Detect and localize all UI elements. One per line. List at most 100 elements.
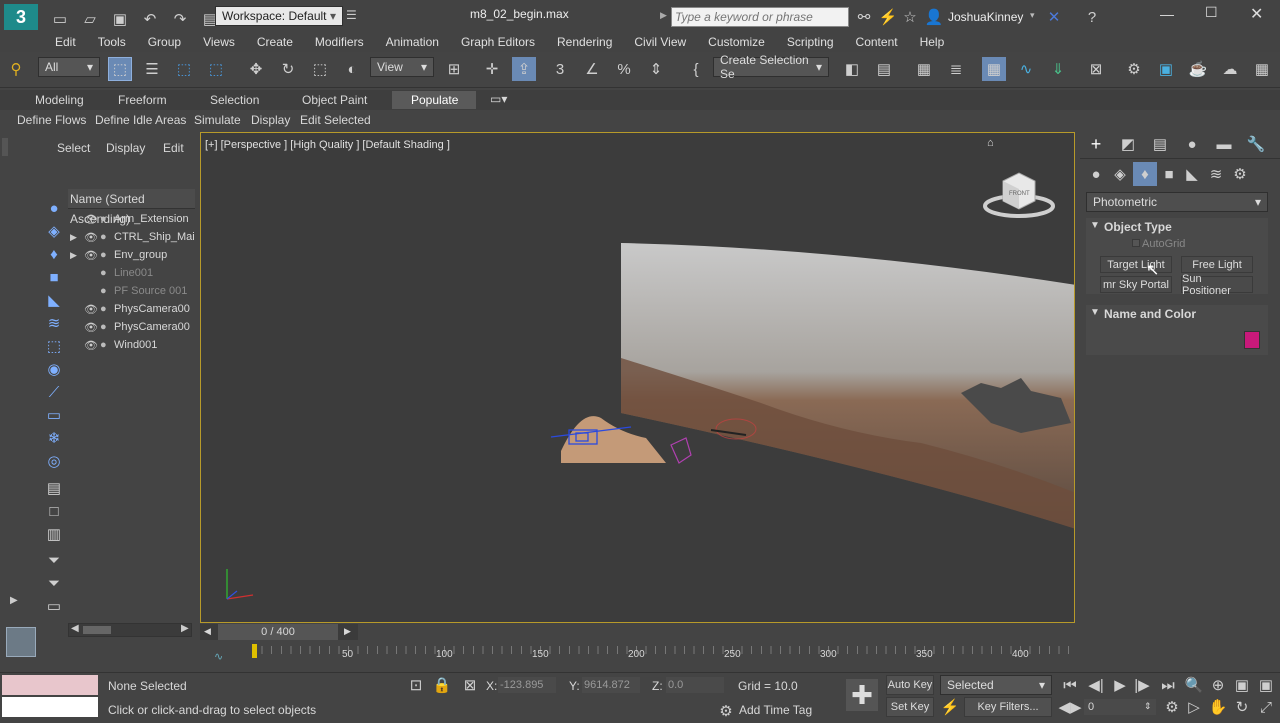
menu-rendering[interactable]: Rendering bbox=[557, 35, 612, 49]
display-xrefs-icon[interactable]: ◉ bbox=[42, 357, 66, 381]
filter-icon[interactable]: ⏷ bbox=[42, 571, 66, 595]
menu-help[interactable]: Help bbox=[920, 35, 945, 49]
lights-category-icon[interactable]: ♦ bbox=[1133, 162, 1157, 186]
menu-customize[interactable]: Customize bbox=[708, 35, 765, 49]
favorites-star-icon[interactable]: ☆ bbox=[898, 5, 922, 29]
zoom-icon[interactable]: 🔍 bbox=[1182, 673, 1206, 697]
reference-coordinate-dropdown[interactable]: View ▾ bbox=[370, 57, 434, 77]
menu-tools[interactable]: Tools bbox=[98, 35, 126, 49]
menu-graph-editors[interactable]: Graph Editors bbox=[461, 35, 535, 49]
material-editor-icon[interactable]: ⊠ bbox=[1084, 57, 1108, 81]
curve-editor-toggle-icon[interactable]: ∿ bbox=[214, 650, 223, 663]
set-key-icon[interactable]: ✚ bbox=[846, 679, 878, 711]
menu-icon[interactable]: ☰ bbox=[346, 8, 357, 22]
scene-object-row[interactable]: ● PF Source 001 bbox=[70, 282, 195, 300]
autogrid-checkbox[interactable] bbox=[1132, 239, 1140, 247]
prev-frame-icon[interactable]: ◀ bbox=[204, 626, 211, 637]
menu-group[interactable]: Group bbox=[148, 35, 181, 49]
dependencies-icon[interactable]: ▭ bbox=[42, 594, 66, 618]
tab-freeform[interactable]: Freeform bbox=[118, 93, 167, 107]
visibility-eye-icon[interactable]: 👁 bbox=[84, 321, 98, 334]
key-mode-toggle-icon[interactable]: ◀▶ bbox=[1058, 695, 1082, 719]
user-icon[interactable]: 👤 bbox=[922, 5, 946, 29]
visibility-eye-icon[interactable]: 👁 bbox=[84, 249, 98, 262]
field-of-view-icon[interactable]: ▷ bbox=[1182, 695, 1206, 719]
scroll-left-icon[interactable]: ◀ bbox=[71, 623, 79, 634]
time-indicator[interactable] bbox=[252, 644, 257, 658]
pan-view-icon[interactable]: ✋ bbox=[1206, 695, 1230, 719]
menu-modifiers[interactable]: Modifiers bbox=[315, 35, 364, 49]
object-type-title[interactable]: Object Type bbox=[1104, 220, 1172, 234]
tab-object-paint[interactable]: Object Paint bbox=[302, 93, 367, 107]
scene-object-row[interactable]: 👁 ● PhysCamera00 bbox=[70, 318, 195, 336]
previous-frame-icon[interactable]: ◀| bbox=[1084, 673, 1108, 697]
align-icon[interactable]: ▤ bbox=[872, 57, 896, 81]
menu-edit[interactable]: Edit bbox=[55, 35, 76, 49]
display-shapes-icon[interactable]: ◈ bbox=[42, 219, 66, 243]
rotate-icon[interactable]: ↻ bbox=[276, 57, 300, 81]
absolute-mode-icon[interactable]: ⊠ bbox=[458, 673, 482, 697]
move-icon[interactable]: ✥ bbox=[244, 57, 268, 81]
visibility-eye-icon[interactable]: 👁 bbox=[84, 339, 98, 352]
expand-panel-icon[interactable]: ▶ bbox=[10, 595, 18, 606]
y-coordinate-field[interactable]: 9614.872 bbox=[582, 677, 640, 693]
search-input[interactable] bbox=[671, 7, 849, 27]
display-containers-icon[interactable]: ▭ bbox=[42, 403, 66, 427]
time-tag-icon[interactable]: ⚙ bbox=[714, 699, 738, 723]
zoom-all-icon[interactable]: ⊕ bbox=[1206, 673, 1230, 697]
curve-editor-icon[interactable]: ∿ bbox=[1014, 57, 1038, 81]
display-helpers-icon[interactable]: ◣ bbox=[42, 288, 66, 312]
lock-selection-icon[interactable]: ⏷ bbox=[42, 548, 66, 572]
open-file-icon[interactable]: ▱ bbox=[78, 7, 102, 31]
z-coordinate-field[interactable]: 0.0 bbox=[666, 677, 724, 693]
set-key-button[interactable]: Set Key bbox=[886, 697, 934, 717]
spacewarps-category-icon[interactable]: ≋ bbox=[1204, 162, 1228, 186]
minimize-button[interactable]: — bbox=[1160, 6, 1174, 22]
place-icon[interactable]: ◐ bbox=[340, 57, 364, 81]
cameras-category-icon[interactable]: ■ bbox=[1157, 162, 1181, 186]
selection-filter-dropdown[interactable]: All ▾ bbox=[38, 57, 100, 77]
helpers-category-icon[interactable]: ◣ bbox=[1180, 162, 1204, 186]
layer-explorer-icon[interactable]: ≣ bbox=[944, 57, 968, 81]
scene-object-row[interactable]: ● Line001 bbox=[70, 264, 195, 282]
name-and-color-title[interactable]: Name and Color bbox=[1104, 307, 1196, 321]
undo-icon[interactable]: ↶ bbox=[138, 7, 162, 31]
menu-animation[interactable]: Animation bbox=[386, 35, 439, 49]
maxscript-listener-bottom[interactable] bbox=[2, 697, 98, 717]
app-logo-icon[interactable]: 3 bbox=[4, 4, 38, 30]
time-slider-track[interactable]: ◀ 0 / 400 ▶ bbox=[200, 624, 358, 640]
menu-civil-view[interactable]: Civil View bbox=[634, 35, 686, 49]
zoom-extents-icon[interactable]: ▣ bbox=[1230, 673, 1254, 697]
add-time-tag-button[interactable]: Add Time Tag bbox=[739, 703, 812, 717]
angle-snap-icon[interactable]: ∠ bbox=[580, 57, 604, 81]
display-spacewarps-icon[interactable]: ≋ bbox=[42, 311, 66, 335]
track-bar[interactable]: 50 100 150 200 250 300 350 400 bbox=[252, 644, 1072, 662]
rectangular-selection-icon[interactable]: ⬚ bbox=[172, 57, 196, 81]
visibility-eye-icon[interactable]: 👁 bbox=[84, 213, 98, 226]
light-type-dropdown[interactable]: Photometric ▾ bbox=[1086, 192, 1268, 212]
visibility-eye-icon[interactable]: 👁 bbox=[84, 303, 98, 316]
rollout-collapse-icon[interactable]: ▼ bbox=[1090, 220, 1100, 231]
display-geometry-icon[interactable]: ● bbox=[42, 196, 66, 220]
mirror-icon[interactable]: ◧ bbox=[840, 57, 864, 81]
display-hidden-icon[interactable]: ◎ bbox=[42, 449, 66, 473]
scroll-right-icon[interactable]: ▶ bbox=[181, 623, 189, 634]
target-light-button[interactable]: Target Light bbox=[1100, 256, 1172, 273]
expand-arrow-icon[interactable]: ▶ bbox=[70, 232, 84, 243]
scene-object-row[interactable]: ▶ 👁 ● Env_group bbox=[70, 246, 195, 264]
go-to-end-icon[interactable]: ⏭ bbox=[1156, 673, 1180, 697]
maximize-viewport-icon[interactable]: ⤢ bbox=[1254, 695, 1278, 719]
free-light-button[interactable]: Free Light bbox=[1181, 256, 1253, 273]
tab-populate[interactable]: Populate bbox=[411, 93, 458, 107]
visibility-eye-icon[interactable]: 👁 bbox=[84, 231, 98, 244]
simulate-button[interactable]: Simulate bbox=[194, 113, 241, 127]
search-arrow-icon[interactable]: ▶ bbox=[660, 10, 667, 21]
zoom-extents-all-icon[interactable]: ▣ bbox=[1254, 673, 1278, 697]
time-configuration-icon[interactable]: ⚙ bbox=[1160, 695, 1184, 719]
display-bones-icon[interactable]: ⟋ bbox=[42, 380, 66, 404]
display-groups-icon[interactable]: ⬚ bbox=[42, 334, 66, 358]
close-button[interactable]: ✕ bbox=[1250, 4, 1263, 24]
explorer-horizontal-scrollbar[interactable]: ◀ ▶ bbox=[68, 623, 192, 637]
define-flows-button[interactable]: Define Flows bbox=[17, 113, 86, 127]
scene-object-row[interactable]: 👁 ● Wind001 bbox=[70, 336, 195, 354]
